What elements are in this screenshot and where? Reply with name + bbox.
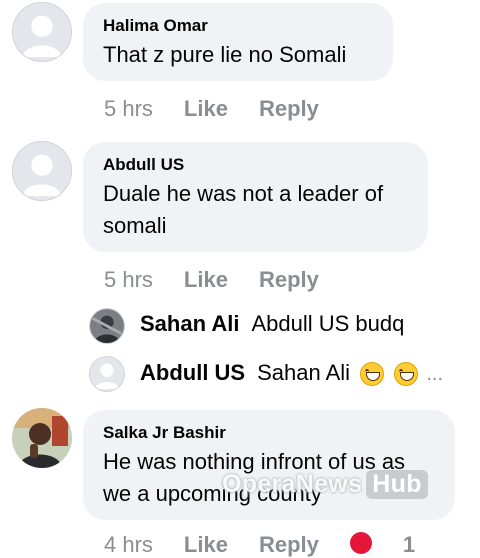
watermark: OperaNews Hub — [222, 470, 428, 499]
comment-text-line: Duale he was not a leader of — [103, 181, 384, 206]
comment-actions: 5 hrs Like Reply — [104, 265, 319, 295]
default-profile-icon — [13, 3, 71, 61]
comment-time[interactable]: 5 hrs — [104, 96, 153, 122]
reply-button[interactable]: Reply — [259, 96, 319, 122]
comment-time[interactable]: 4 hrs — [104, 532, 153, 558]
reaction-count[interactable]: 1 — [403, 532, 415, 558]
avatar-abdull-us[interactable] — [12, 141, 72, 201]
watermark-badge: Hub — [366, 470, 428, 499]
default-profile-icon — [90, 357, 124, 391]
comment-bubble: Abdull US Duale he was not a leader of s… — [83, 142, 428, 252]
reply-author[interactable]: Sahan Ali — [140, 311, 239, 337]
reply-text: Abdull US budq — [251, 311, 405, 336]
like-button[interactable]: Like — [184, 267, 228, 293]
avatar-sahan-ali[interactable] — [89, 308, 125, 344]
reply-author[interactable]: Abdull US — [140, 360, 245, 386]
love-reaction-icon[interactable] — [349, 532, 372, 554]
comment-text: That z pure lie no Somali — [103, 42, 347, 67]
reply-button[interactable]: Reply — [259, 267, 319, 293]
comment-author[interactable]: Halima Omar — [103, 16, 373, 36]
reply-row: Abdull US Sahan Ali ... — [140, 360, 443, 387]
reply-button[interactable]: Reply — [259, 532, 319, 558]
grinning-squinting-face-icon — [394, 362, 419, 387]
reply-text: Sahan Ali — [257, 360, 351, 386]
comment-bubble: Halima Omar That z pure lie no Somali — [83, 3, 393, 81]
truncation-ellipsis[interactable]: ... — [426, 363, 443, 385]
profile-photo-icon — [90, 309, 124, 343]
comment-actions: 5 hrs Like Reply — [104, 94, 319, 124]
grinning-squinting-face-icon — [360, 362, 385, 387]
like-button[interactable]: Like — [184, 96, 228, 122]
comment-bubble: Salka Jr Bashir He was nothing infront o… — [83, 410, 455, 520]
profile-photo-icon — [12, 408, 72, 468]
comment-time[interactable]: 5 hrs — [104, 267, 153, 293]
avatar-salka-jr-bashir[interactable] — [12, 408, 72, 468]
default-profile-icon — [13, 142, 71, 200]
watermark-text: OperaNews — [222, 470, 363, 498]
like-button[interactable]: Like — [184, 532, 228, 558]
avatar-abdull-us-reply[interactable] — [89, 356, 125, 392]
comment-text: Duale he was not a leader of somali — [103, 178, 408, 242]
comment-author[interactable]: Salka Jr Bashir — [103, 423, 435, 443]
comment-actions: 4 hrs Like Reply 1 — [104, 532, 415, 558]
avatar-halima-omar[interactable] — [12, 2, 72, 62]
comment-author[interactable]: Abdull US — [103, 155, 408, 175]
comment-text-line: somali — [103, 213, 167, 238]
reply-row: Sahan Ali Abdull US budq — [140, 311, 404, 337]
